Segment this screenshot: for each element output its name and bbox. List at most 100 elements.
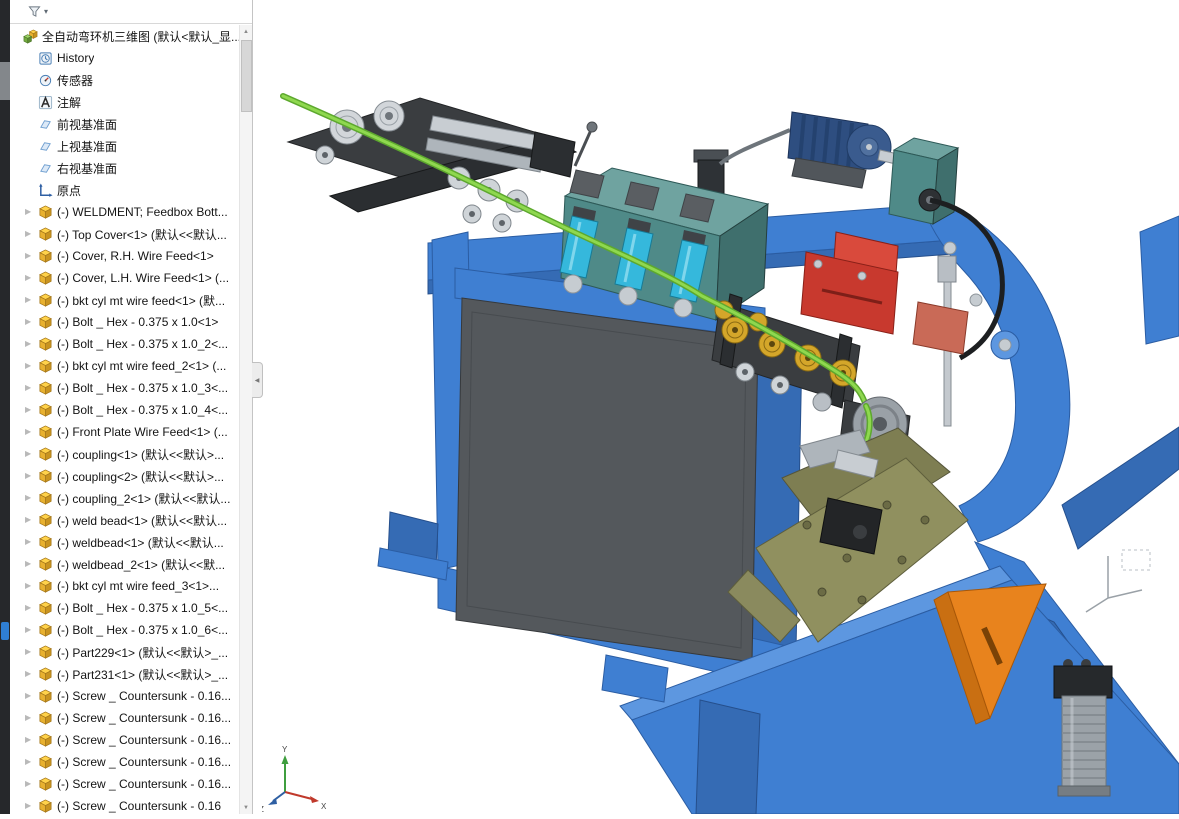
orientation-triad[interactable]: X Y Z: [259, 745, 327, 814]
tree-item[interactable]: ▶ (-) Front Plate Wire Feed<1> (...: [10, 421, 240, 443]
tree-item[interactable]: ▶ (-) coupling_2<1> (默认<<默认...: [10, 487, 240, 509]
panel-collapse-tab[interactable]: ◀: [252, 362, 263, 398]
scroll-down-icon[interactable]: ▼: [240, 801, 252, 814]
tree-item[interactable]: ▶ (-) weldbead<1> (默认<<默认...: [10, 531, 240, 553]
expand-arrow-icon[interactable]: ▶: [25, 245, 38, 267]
tree-item-label: (-) Part229<1> (默认<<默认>_...: [57, 645, 229, 660]
part-icon: [38, 337, 53, 352]
tree-item-label: (-) WELDMENT; Feedbox Bott...: [57, 205, 228, 219]
expand-arrow-icon[interactable]: ▶: [25, 421, 38, 443]
scrollbar-thumb[interactable]: [241, 40, 252, 112]
expand-arrow-icon[interactable]: ▶: [25, 311, 38, 333]
tree-item[interactable]: 原点: [10, 179, 240, 201]
expand-arrow-icon[interactable]: ▶: [25, 443, 38, 465]
tree-filter-bar[interactable]: ▾: [10, 0, 252, 24]
tree-item[interactable]: ▶ (-) coupling<1> (默认<<默认>...: [10, 443, 240, 465]
expand-arrow-icon[interactable]: ▶: [25, 685, 38, 707]
tree-scrollbar[interactable]: ▲ ▼: [239, 25, 252, 814]
edge-strip-icon[interactable]: [1, 622, 9, 640]
expand-arrow-icon[interactable]: ▶: [25, 487, 38, 509]
expand-arrow-icon[interactable]: ▶: [25, 509, 38, 531]
tree-item[interactable]: 右视基准面: [10, 157, 240, 179]
tree-item[interactable]: 前视基准面: [10, 113, 240, 135]
tree-item[interactable]: ▶ (-) Bolt _ Hex - 0.375 x 1.0_3<...: [10, 377, 240, 399]
tree-item-label: 全自动弯环机三维图 (默认<默认_显...: [42, 29, 240, 44]
expand-arrow-icon[interactable]: ▶: [25, 619, 38, 641]
triad-z-label: Z: [262, 805, 264, 814]
expand-arrow-icon[interactable]: ▶: [25, 465, 38, 487]
expand-arrow-icon[interactable]: ▶: [25, 575, 38, 597]
tree-item[interactable]: 上视基准面: [10, 135, 240, 157]
expand-arrow-icon[interactable]: ▶: [25, 333, 38, 355]
tree-item[interactable]: 注解: [10, 91, 240, 113]
part-icon: [38, 777, 53, 792]
tree-item[interactable]: ▶ (-) WELDMENT; Feedbox Bott...: [10, 201, 240, 223]
tree-item[interactable]: ▶ (-) Bolt _ Hex - 0.375 x 1.0<1>: [10, 311, 240, 333]
expand-arrow-icon[interactable]: ▶: [25, 531, 38, 553]
tree-item-label: (-) Front Plate Wire Feed<1> (...: [57, 425, 228, 439]
expand-arrow-icon[interactable]: ▶: [25, 707, 38, 729]
expand-arrow-icon[interactable]: ▶: [25, 729, 38, 751]
tension-rod[interactable]: [912, 255, 969, 427]
tree-item[interactable]: ▶ (-) Part231<1> (默认<<默认>_...: [10, 663, 240, 685]
tree-item[interactable]: ▶ (-) bkt cyl mt wire feed_3<1>...: [10, 575, 240, 597]
expand-arrow-icon[interactable]: ▶: [25, 773, 38, 795]
hydraulic-cylinder[interactable]: [1053, 659, 1113, 797]
tree-item-label: (-) Cover, R.H. Wire Feed<1>: [57, 249, 214, 263]
tree-item[interactable]: 全自动弯环机三维图 (默认<默认_显...: [10, 25, 240, 47]
tree-item[interactable]: ▶ (-) Bolt _ Hex - 0.375 x 1.0_4<...: [10, 399, 240, 421]
tree-item[interactable]: History: [10, 47, 240, 69]
tree-item[interactable]: ▶ (-) Top Cover<1> (默认<<默认...: [10, 223, 240, 245]
sensor-icon: [38, 73, 53, 88]
tree-item[interactable]: ▶ (-) bkt cyl mt wire feed<1> (默...: [10, 289, 240, 311]
expand-arrow-icon[interactable]: ▶: [25, 641, 38, 663]
expand-arrow-icon[interactable]: ▶: [25, 597, 38, 619]
tree-item[interactable]: ▶ (-) Bolt _ Hex - 0.375 x 1.0_6<...: [10, 619, 240, 641]
tree-item[interactable]: ▶ (-) weldbead_2<1> (默认<<默...: [10, 553, 240, 575]
part-icon: [38, 381, 53, 396]
expand-arrow-icon[interactable]: ▶: [25, 399, 38, 421]
tree-item[interactable]: ▶ (-) Cover, L.H. Wire Feed<1> (...: [10, 267, 240, 289]
expand-arrow-icon[interactable]: ▶: [25, 201, 38, 223]
left-edge-strip: [0, 0, 10, 814]
part-icon: [38, 315, 53, 330]
tree-item-label: (-) Screw _ Countersunk - 0.16...: [57, 711, 232, 725]
part-icon: [38, 733, 53, 748]
tree-item[interactable]: ▶ (-) Bolt _ Hex - 0.375 x 1.0_5<...: [10, 597, 240, 619]
tree-item[interactable]: ▶ (-) Screw _ Countersunk - 0.16...: [10, 729, 240, 751]
tree-item[interactable]: ▶ (-) Part229<1> (默认<<默认>_...: [10, 641, 240, 663]
expand-arrow-icon[interactable]: ▶: [25, 751, 38, 773]
part-icon: [38, 249, 53, 264]
part-icon: [38, 623, 53, 638]
scroll-up-icon[interactable]: ▲: [240, 25, 252, 38]
tree-item-label: (-) coupling_2<1> (默认<<默认...: [57, 491, 231, 506]
expand-arrow-icon[interactable]: ▶: [25, 795, 38, 814]
expand-arrow-icon[interactable]: ▶: [25, 223, 38, 245]
tree-item[interactable]: ▶ (-) bkt cyl mt wire feed_2<1> (...: [10, 355, 240, 377]
expand-arrow-icon[interactable]: ▶: [25, 663, 38, 685]
viewport-3d[interactable]: X Y Z: [259, 0, 1179, 815]
tree-item[interactable]: ▶ (-) Bolt _ Hex - 0.375 x 1.0_2<...: [10, 333, 240, 355]
expand-arrow-icon[interactable]: ▶: [25, 355, 38, 377]
tree-item[interactable]: ▶ (-) Screw _ Countersunk - 0.16...: [10, 773, 240, 795]
expand-arrow-icon[interactable]: ▶: [25, 289, 38, 311]
expand-arrow-icon[interactable]: ▶: [25, 553, 38, 575]
filter-dropdown-caret[interactable]: ▾: [44, 7, 48, 16]
expand-arrow-icon[interactable]: ▶: [25, 267, 38, 289]
tree-item-label: 原点: [57, 183, 82, 198]
filter-icon[interactable]: [28, 5, 41, 18]
tree-item-label: (-) Screw _ Countersunk - 0.16...: [57, 733, 232, 747]
tree-item[interactable]: ▶ (-) Cover, R.H. Wire Feed<1>: [10, 245, 240, 267]
tree-item[interactable]: ▶ (-) weld bead<1> (默认<<默认...: [10, 509, 240, 531]
tree-item[interactable]: ▶ (-) Screw _ Countersunk - 0.16...: [10, 751, 240, 773]
tree-item[interactable]: ▶ (-) Screw _ Countersunk - 0.16...: [10, 707, 240, 729]
tree-item[interactable]: ▶ (-) coupling<2> (默认<<默认>...: [10, 465, 240, 487]
tree-item[interactable]: 传感器: [10, 69, 240, 91]
tree-item-label: 右视基准面: [57, 161, 118, 176]
expand-arrow-icon[interactable]: ▶: [25, 377, 38, 399]
tree-item[interactable]: ▶ (-) Screw _ Countersunk - 0.16...: [10, 685, 240, 707]
origin-icon: [38, 183, 53, 198]
tree-item-label: 传感器: [57, 73, 94, 88]
tree-item-label: (-) Screw _ Countersunk - 0.16...: [57, 689, 232, 703]
tree-item[interactable]: ▶ (-) Screw _ Countersunk - 0.16: [10, 795, 240, 814]
